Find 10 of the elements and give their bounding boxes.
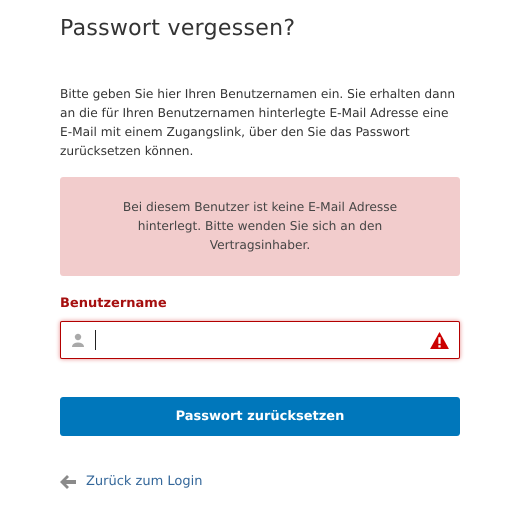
username-field[interactable]: [60, 321, 460, 359]
reset-password-button[interactable]: Passwort zurücksetzen: [60, 397, 460, 436]
arrow-left-icon: [60, 474, 76, 488]
back-to-login-link[interactable]: Zurück zum Login: [60, 474, 202, 489]
error-alert: Bei diesem Benutzer ist keine E-Mail Adresse hinterlegt. Bitte wenden Sie sich an den Vertragsinhaber.: [60, 177, 460, 276]
intro-text: Bitte geben Sie hier Ihren Benutzernamen ein. Sie erhalten dann an die für Ihren Benutzernamen hinterlegte E-Mail Adresse eine E-Mail mit einem Zugangslink, über den Sie das Passwort zurücksetzen können.: [60, 86, 456, 160]
page-title: Passwort vergessen?: [60, 16, 296, 41]
field-label: Benutzername: [60, 296, 168, 311]
user-icon: [71, 333, 85, 347]
warning-icon: [430, 332, 449, 348]
